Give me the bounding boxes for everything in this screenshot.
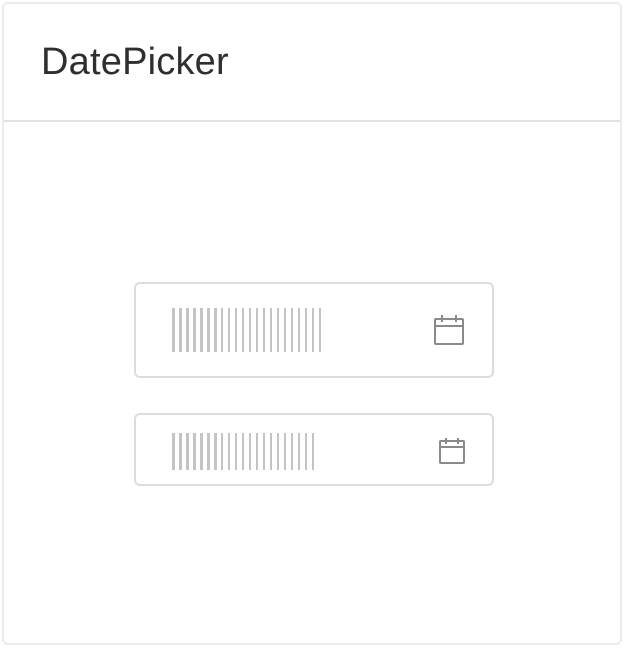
redacted-placeholder-text bbox=[172, 433, 319, 470]
calendar-icon[interactable] bbox=[433, 314, 465, 346]
datepicker-card: DatePicker bbox=[2, 2, 622, 645]
date-picker-input-small[interactable] bbox=[134, 413, 494, 486]
card-title: DatePicker bbox=[41, 40, 229, 83]
redacted-placeholder-text bbox=[172, 308, 326, 352]
card-header: DatePicker bbox=[4, 4, 620, 122]
calendar-icon[interactable] bbox=[438, 437, 466, 465]
date-picker-input-large[interactable] bbox=[134, 282, 494, 378]
